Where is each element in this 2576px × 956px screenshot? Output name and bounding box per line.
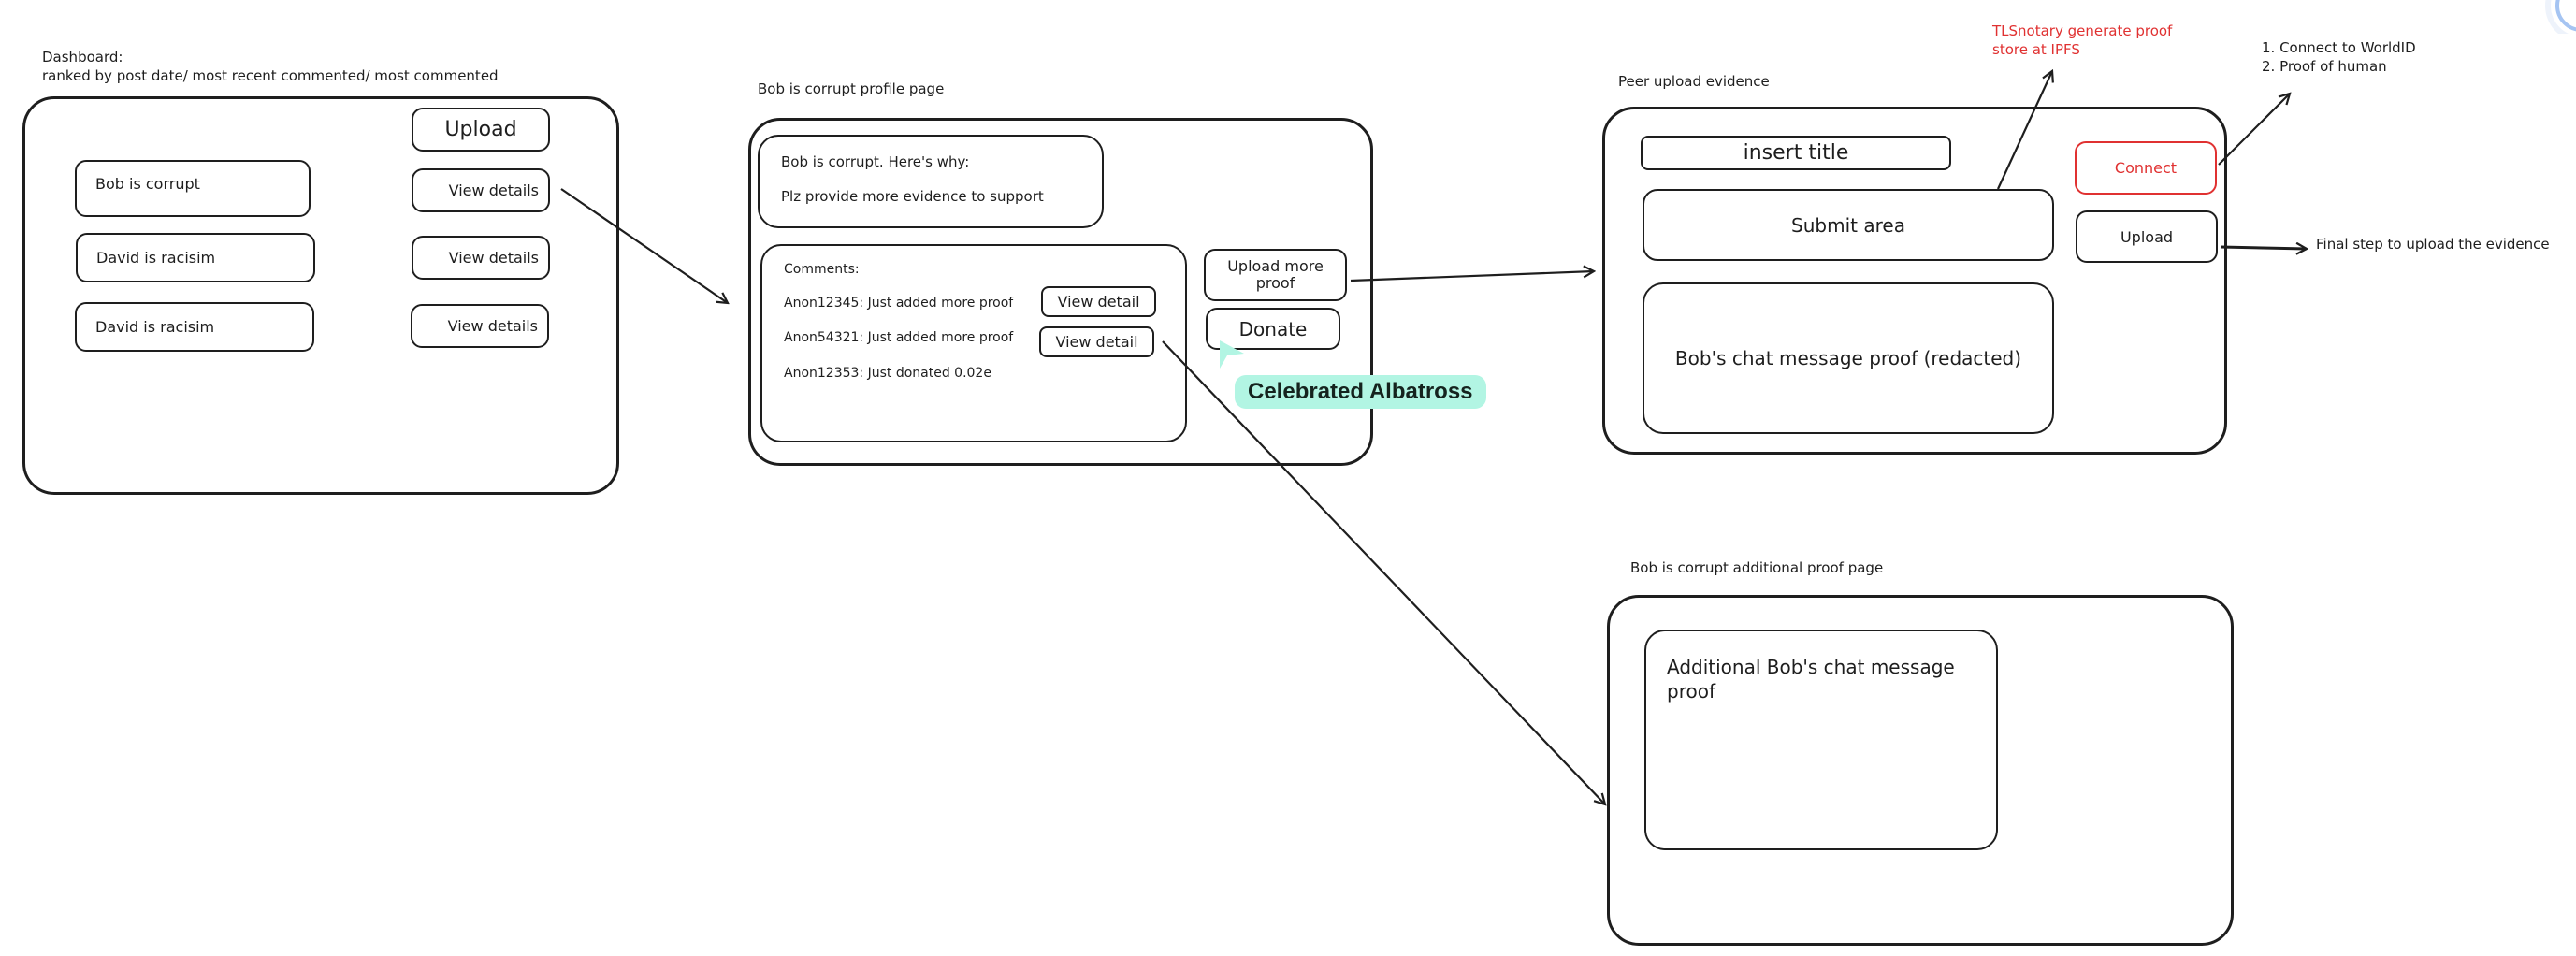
collaborator-cursor-icon (1220, 340, 1244, 369)
profile-summary-line1: Bob is corrupt. Here's why: (781, 153, 970, 170)
additional-proof-title: Bob is corrupt additional proof page (1630, 559, 1884, 576)
connect-button[interactable]: Connect (2075, 141, 2217, 195)
tlsnotary-note-line2: store at IPFS (1992, 41, 2080, 58)
post-item[interactable]: David is racisim (75, 302, 314, 352)
submit-area[interactable]: Submit area (1643, 189, 2054, 261)
profile-page-title: Bob is corrupt profile page (758, 80, 945, 97)
final-step-note: Final step to upload the evidence (2316, 236, 2550, 253)
comment-item: Anon12345: Just added more proof (784, 296, 1014, 311)
arrow-upload-to-final-step (2220, 247, 2307, 249)
view-details-button[interactable]: View details (412, 168, 550, 212)
peer-upload-button[interactable]: Upload (2076, 210, 2218, 263)
additional-proof-content: Additional Bob's chat message proof (1667, 656, 1955, 703)
peer-upload-title: Peer upload evidence (1618, 73, 1770, 90)
comment-item: Anon54321: Just added more proof (784, 330, 1014, 345)
dashboard-frame (22, 96, 619, 495)
view-detail-button[interactable]: View detail (1041, 286, 1156, 317)
collaborator-name-tag: Celebrated Albatross (1235, 375, 1486, 409)
view-detail-button[interactable]: View detail (1039, 326, 1154, 357)
worldid-note-line1: 1. Connect to WorldID (2262, 39, 2416, 56)
arrow-profile-to-peer-upload (1350, 271, 1594, 282)
chat-proof-area[interactable]: Bob's chat message proof (redacted) (1643, 282, 2054, 434)
partial-logo-icon (2545, 0, 2576, 34)
tlsnotary-note-line1: TLSnotary generate proof (1992, 22, 2173, 39)
comment-item: Anon12353: Just donated 0.02e (784, 366, 991, 381)
title-input[interactable]: insert title (1641, 136, 1951, 170)
dashboard-subtitle: ranked by post date/ most recent comment… (42, 67, 499, 84)
upload-more-proof-button[interactable]: Upload more proof (1204, 249, 1347, 301)
view-details-button[interactable]: View details (412, 236, 550, 280)
post-item[interactable]: David is racisim (76, 233, 315, 282)
arrow-connect-to-worldid (2218, 94, 2290, 166)
comments-heading: Comments: (784, 262, 860, 277)
view-details-button[interactable]: View details (411, 304, 549, 348)
profile-summary-card (758, 135, 1104, 228)
worldid-note-line2: 2. Proof of human (2262, 58, 2387, 75)
profile-summary-line2: Plz provide more evidence to support (781, 188, 1044, 205)
post-item[interactable]: Bob is corrupt (75, 160, 311, 217)
dashboard-title: Dashboard: (42, 49, 123, 65)
dashboard-upload-button[interactable]: Upload (412, 108, 550, 152)
